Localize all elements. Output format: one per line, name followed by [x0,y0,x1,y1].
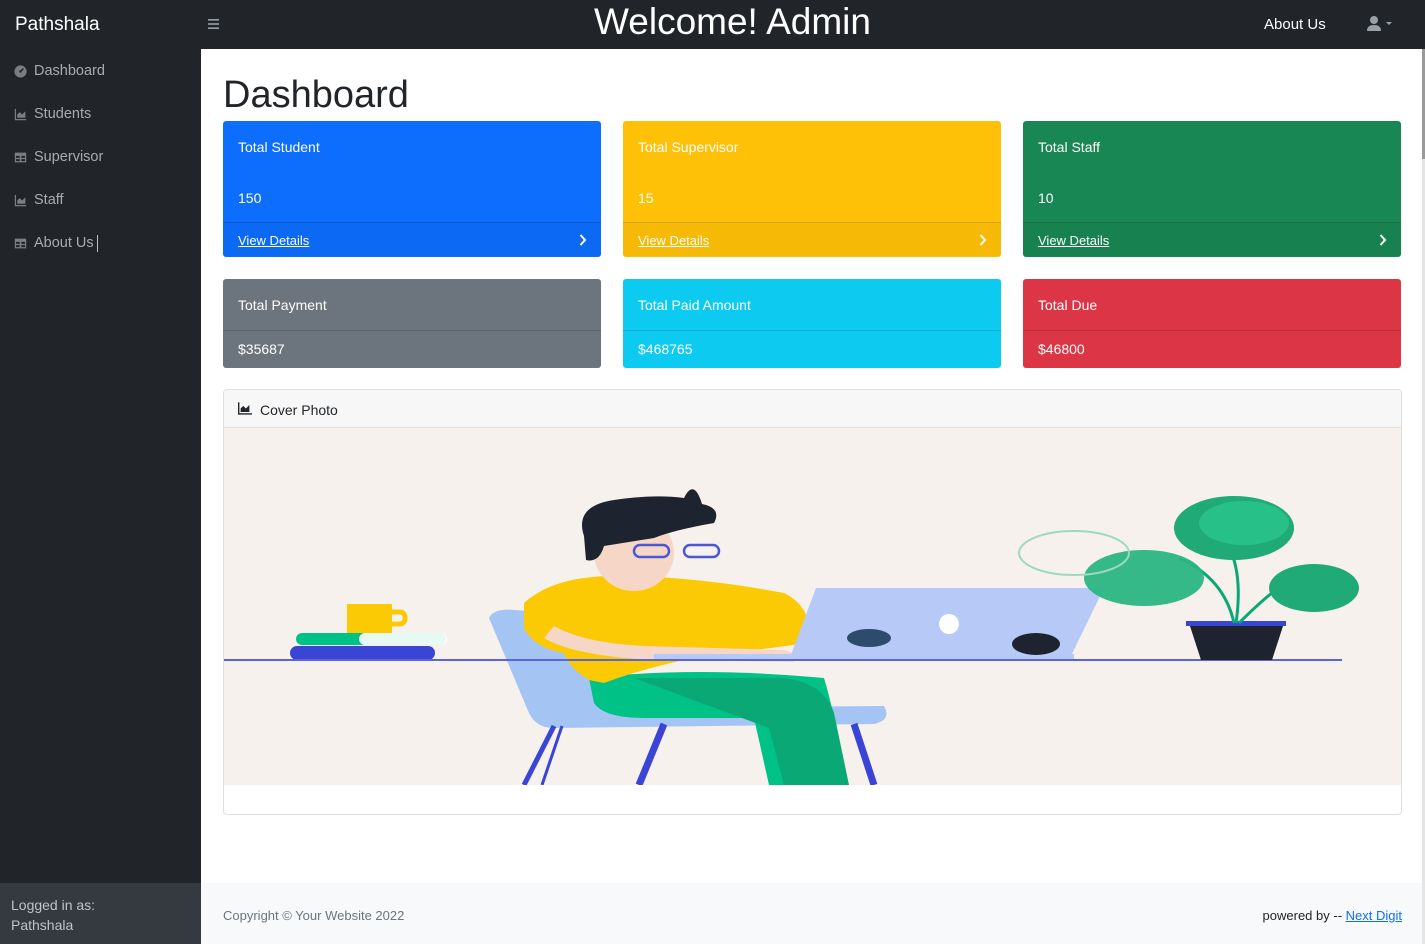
logged-in-user: Pathshala [11,917,74,933]
sidebar-item-staff[interactable]: Staff [0,180,201,220]
powered-by: powered by -- Next Digit [1263,908,1402,923]
table-icon [14,152,27,162]
user-dropdown-button[interactable] [1366,14,1396,34]
card-total-student: Total Student 150 View Details [223,121,601,257]
view-details-link[interactable]: View Details [238,233,309,248]
powered-by-label: powered by -- [1262,908,1346,923]
sidebar-toggle-icon[interactable] [206,14,222,34]
cover-photo-card: Cover Photo [223,389,1402,815]
card-total-payment: Total Payment $35687 [223,279,601,368]
card-total-paid-amount: Total Paid Amount $468765 [623,279,1001,368]
card-divider [623,330,1001,331]
caret-down-icon [1386,22,1392,25]
welcome-heading: Welcome! Admin [594,1,871,42]
sidebar-item-supervisor[interactable]: Supervisor [0,137,201,177]
card-value: $35687 [238,341,285,357]
sidebar-item-label: Supervisor [34,149,104,165]
tachometer-icon [14,64,27,78]
cover-photo-title: Cover Photo [260,402,338,418]
card-total-supervisor: Total Supervisor 15 View Details [623,121,1001,257]
top-navbar: Pathshala Welcome! Admin About Us [0,0,1425,49]
card-value: 10 [1038,190,1054,206]
chevron-right-icon[interactable] [979,233,987,247]
table-icon [14,238,27,248]
cover-photo-header: Cover Photo [224,390,1401,428]
sidebar: Dashboard Students Supervisor Staff Abou… [0,49,201,944]
card-title: Total Supervisor [638,139,739,155]
card-value: $46800 [1038,341,1085,357]
sidebar-item-label: Staff [34,192,64,208]
sidebar-footer: Logged in as: Pathshala [0,883,201,944]
card-footer: View Details [1023,222,1401,256]
card-title: Total Paid Amount [638,297,751,313]
view-details-link[interactable]: View Details [1038,233,1109,248]
card-title: Total Payment [238,297,327,313]
page-footer: Copyright © Your Website 2022 powered by… [201,883,1422,944]
card-divider [1023,330,1401,331]
sidebar-item-dashboard[interactable]: Dashboard [0,51,201,91]
chevron-right-icon[interactable] [579,233,587,247]
cover-illustration [224,428,1401,785]
copyright-text: Copyright © Your Website 2022 [223,908,405,923]
sidebar-item-label: Dashboard [34,63,105,79]
brand-link[interactable]: Pathshala [15,14,100,36]
page-title: Dashboard [223,74,409,116]
card-total-staff: Total Staff 10 View Details [1023,121,1401,257]
card-divider [223,330,601,331]
logged-in-label: Logged in as: [11,897,96,913]
user-icon [1367,16,1392,31]
next-digit-link[interactable]: Next Digit [1346,908,1402,923]
card-title: Total Staff [1038,139,1101,155]
card-total-due: Total Due $46800 [1023,279,1401,368]
sidebar-item-label: About Us [34,235,94,251]
sidebar-item-about-us[interactable]: About Us [0,223,201,263]
card-footer: View Details [623,222,1001,256]
chart-area-icon [238,402,252,415]
card-value: $468765 [638,341,693,357]
card-title: Total Student [238,139,320,155]
chart-area-icon [14,108,27,120]
sidebar-item-students[interactable]: Students [0,94,201,134]
chart-area-icon [14,194,27,206]
card-title: Total Due [1038,297,1098,313]
card-value: 15 [638,190,654,206]
chevron-right-icon[interactable] [1379,233,1387,247]
sidebar-item-label: Students [34,106,92,122]
card-value: 150 [238,190,262,206]
view-details-link[interactable]: View Details [638,233,709,248]
nav-about-link[interactable]: About Us [1264,16,1326,33]
card-footer: View Details [223,222,601,256]
text-cursor [96,234,98,252]
